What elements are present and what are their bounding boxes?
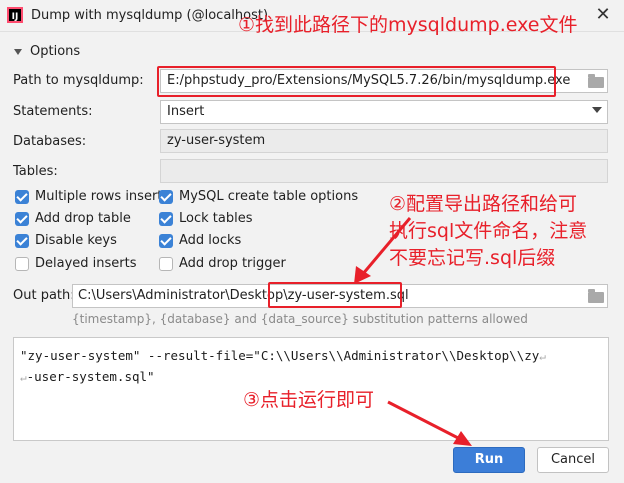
arrow-to-run <box>387 400 472 446</box>
annotation-arrows <box>354 217 472 446</box>
arrow-to-filename <box>354 217 412 284</box>
